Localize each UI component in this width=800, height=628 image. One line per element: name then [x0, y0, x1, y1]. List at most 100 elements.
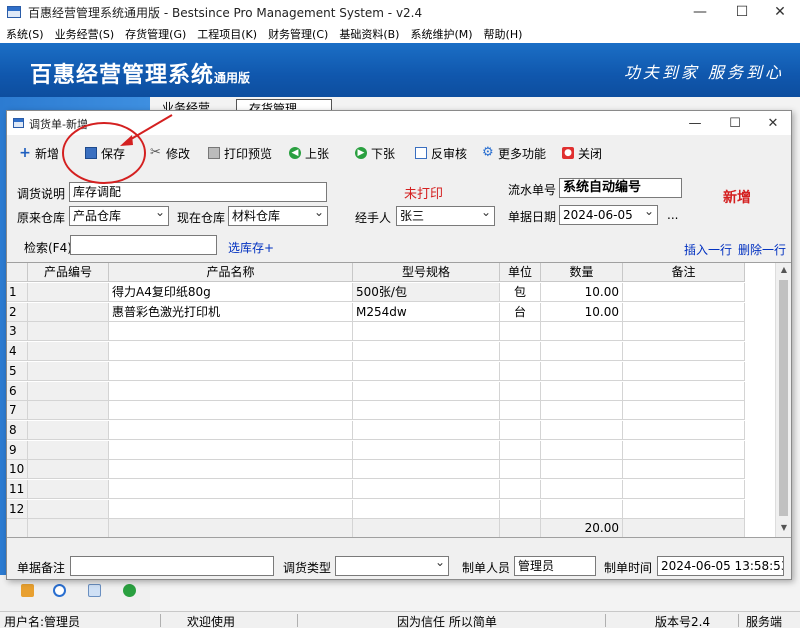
date-more-button[interactable]: ... — [667, 208, 678, 222]
col-header-qty[interactable]: 数量 — [541, 263, 623, 282]
cell-unit[interactable] — [500, 361, 541, 381]
cell-name[interactable] — [109, 499, 353, 519]
transfer-type-select[interactable] — [335, 556, 449, 576]
cell-code[interactable] — [28, 283, 109, 302]
cell-name[interactable] — [109, 401, 353, 421]
unaudit-button[interactable]: 反审核 — [415, 144, 467, 162]
date-picker[interactable]: 2024-06-05 — [559, 205, 658, 225]
handler-select[interactable]: 张三 — [396, 206, 495, 226]
new-button[interactable]: + 新增 — [19, 144, 59, 162]
cell-code[interactable] — [28, 361, 109, 381]
menu-inventory[interactable]: 存货管理(G) — [125, 26, 186, 42]
cell-code[interactable] — [28, 460, 109, 480]
cell-spec[interactable] — [353, 322, 500, 342]
cell-spec[interactable] — [353, 361, 500, 381]
cell-qty[interactable] — [541, 401, 623, 421]
menu-basic-data[interactable]: 基础资料(B) — [339, 26, 399, 42]
cell-name[interactable] — [109, 342, 353, 362]
cell-unit[interactable]: 台 — [500, 302, 541, 322]
from-warehouse-select[interactable]: 产品仓库 — [69, 206, 169, 226]
cell-qty[interactable] — [541, 440, 623, 460]
clock-shortcut-icon[interactable] — [53, 584, 66, 597]
cell-name[interactable]: 得力A4复印纸80g — [109, 283, 353, 302]
cell-qty[interactable] — [541, 322, 623, 342]
cell-note[interactable] — [623, 342, 745, 362]
cell-unit[interactable] — [500, 401, 541, 421]
col-header-note[interactable]: 备注 — [623, 263, 745, 282]
child-close-button[interactable]: ✕ — [753, 111, 793, 135]
refresh-shortcut-icon[interactable] — [123, 584, 136, 597]
child-minimize-button[interactable]: — — [675, 111, 715, 135]
close-window-button[interactable]: ✕ — [760, 0, 800, 24]
cell-code[interactable] — [28, 440, 109, 460]
cell-code[interactable] — [28, 401, 109, 421]
cell-name[interactable] — [109, 460, 353, 480]
cell-unit[interactable] — [500, 440, 541, 460]
cell-note[interactable] — [623, 381, 745, 401]
menu-help[interactable]: 帮助(H) — [484, 26, 523, 42]
cell-spec[interactable] — [353, 342, 500, 362]
cell-note[interactable] — [623, 480, 745, 499]
remark-input[interactable] — [70, 556, 274, 576]
menu-project[interactable]: 工程项目(K) — [197, 26, 257, 42]
cell-note[interactable] — [623, 401, 745, 421]
cell-note[interactable] — [623, 420, 745, 440]
cell-unit[interactable] — [500, 420, 541, 440]
cell-spec[interactable] — [353, 381, 500, 401]
cell-code[interactable] — [28, 499, 109, 519]
previous-button[interactable]: ◀ 上张 — [289, 144, 329, 162]
menu-system[interactable]: 系统(S) — [6, 26, 44, 42]
cell-unit[interactable] — [500, 322, 541, 342]
cell-spec[interactable] — [353, 401, 500, 421]
cell-qty[interactable]: 10.00 — [541, 302, 623, 322]
cell-unit[interactable] — [500, 499, 541, 519]
menu-finance[interactable]: 财务管理(C) — [268, 26, 328, 42]
cell-qty[interactable] — [541, 381, 623, 401]
cell-name[interactable] — [109, 480, 353, 499]
cell-spec[interactable]: M254dw — [353, 302, 500, 322]
pick-stock-link[interactable]: 选库存+ — [228, 239, 274, 256]
folder-shortcut-icon[interactable] — [21, 584, 34, 597]
more-functions-button[interactable]: ⚙ 更多功能 — [482, 144, 546, 162]
cell-spec[interactable] — [353, 440, 500, 460]
cell-note[interactable] — [623, 499, 745, 519]
cell-code[interactable] — [28, 420, 109, 440]
cell-note[interactable] — [623, 283, 745, 302]
cell-code[interactable] — [28, 302, 109, 322]
cell-name[interactable] — [109, 440, 353, 460]
col-header-name[interactable]: 产品名称 — [109, 263, 353, 282]
cell-note[interactable] — [623, 322, 745, 342]
maker-input[interactable]: 管理员 — [514, 556, 596, 576]
save-button[interactable]: 保存 — [85, 144, 125, 162]
cell-note[interactable] — [623, 440, 745, 460]
cell-qty[interactable] — [541, 361, 623, 381]
cell-spec[interactable] — [353, 460, 500, 480]
cell-unit[interactable]: 包 — [500, 283, 541, 302]
maximize-button[interactable]: ☐ — [722, 0, 762, 24]
cell-unit[interactable] — [500, 342, 541, 362]
search-shortcut-icon[interactable] — [88, 584, 101, 597]
cell-code[interactable] — [28, 322, 109, 342]
cell-note[interactable] — [623, 460, 745, 480]
serial-input[interactable]: 系统自动编号 — [559, 178, 682, 198]
menu-maintenance[interactable]: 系统维护(M) — [410, 26, 472, 42]
edit-button[interactable]: ✂ 修改 — [150, 144, 190, 162]
cell-name[interactable] — [109, 381, 353, 401]
cell-spec[interactable] — [353, 420, 500, 440]
to-warehouse-select[interactable]: 材料仓库 — [228, 206, 328, 226]
cell-qty[interactable]: 10.00 — [541, 283, 623, 302]
cell-note[interactable] — [623, 361, 745, 381]
cell-name[interactable]: 惠普彩色激光打印机 — [109, 302, 353, 322]
cell-qty[interactable] — [541, 342, 623, 362]
delete-row-link[interactable]: 删除一行 — [738, 241, 786, 258]
desc-input[interactable]: 库存调配 — [69, 182, 327, 202]
col-header-unit[interactable]: 单位 — [500, 263, 541, 282]
minimize-button[interactable]: — — [680, 0, 720, 24]
time-input[interactable]: 2024-06-05 13:58:53 — [657, 556, 784, 576]
cell-note[interactable] — [623, 302, 745, 322]
cell-unit[interactable] — [500, 381, 541, 401]
cell-qty[interactable] — [541, 420, 623, 440]
next-button[interactable]: ▶ 下张 — [355, 144, 395, 162]
cell-qty[interactable] — [541, 480, 623, 499]
cell-spec[interactable] — [353, 499, 500, 519]
